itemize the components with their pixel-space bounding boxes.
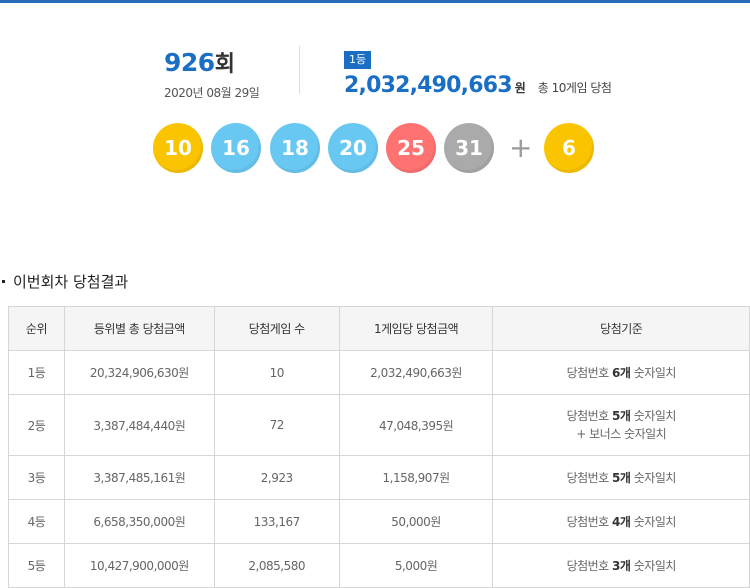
criteria-line: 당첨번호 4개 숫자일치 <box>494 513 748 531</box>
criteria-prefix: 당첨번호 <box>566 514 613 529</box>
summary-divider <box>299 46 300 94</box>
cell-rank: 5등 <box>8 543 65 588</box>
cell-criteria: 당첨번호 5개 숫자일치 + 보너스 숫자일치 <box>492 394 750 456</box>
header-games: 당첨게임 수 <box>213 306 340 351</box>
cell-games: 133,167 <box>213 499 340 544</box>
prize-line: 2,032,490,663 원 총 10게임 당첨 <box>344 73 612 98</box>
cell-total: 3,387,484,440원 <box>63 394 215 456</box>
section-heading: 이번회차 당첨결과 <box>2 271 128 292</box>
cell-total: 3,387,485,161원 <box>63 455 215 500</box>
cell-games: 2,085,580 <box>213 543 340 588</box>
criteria-line: 당첨번호 3개 숫자일치 <box>494 557 748 575</box>
header-criteria: 당첨기준 <box>492 306 750 351</box>
table-header-row: 순위 등위별 총 당첨금액 당첨게임 수 1게임당 당첨금액 당첨기준 <box>8 306 750 351</box>
round-number: 926 <box>164 48 215 77</box>
number-ball: 20 <box>328 123 378 173</box>
criteria-suffix: 숫자일치 <box>630 470 677 485</box>
criteria-line: 당첨번호 6개 숫자일치 <box>494 364 748 382</box>
round-info: 926 회 2020년 08월 29일 <box>164 46 260 101</box>
round-heading: 926 회 <box>164 46 259 78</box>
criteria-suffix: 숫자일치 <box>630 514 677 529</box>
number-ball: 31 <box>444 123 494 173</box>
table-row: 5등 10,427,900,000원 2,085,580 5,000원 당첨번호… <box>8 543 750 588</box>
criteria-suffix: 숫자일치 <box>630 558 677 573</box>
cell-total: 6,658,350,000원 <box>63 499 215 544</box>
criteria-prefix: 당첨번호 <box>566 365 613 380</box>
cell-games: 72 <box>213 394 340 456</box>
criteria-prefix: 당첨번호 <box>566 409 613 423</box>
criteria-prefix: 당첨번호 <box>566 470 613 485</box>
criteria-suffix: 숫자일치 <box>630 409 677 423</box>
number-ball: 10 <box>153 123 203 173</box>
header-rank: 순위 <box>8 306 65 351</box>
table-row: 3등 3,387,485,161원 2,923 1,158,907원 당첨번호 … <box>8 455 750 500</box>
draw-date: 2020년 08월 29일 <box>164 86 260 100</box>
table-row: 4등 6,658,350,000원 133,167 50,000원 당첨번호 4… <box>8 499 750 544</box>
results-table: 순위 등위별 총 당첨금액 당첨게임 수 1게임당 당첨금액 당첨기준 1등 2… <box>8 306 750 588</box>
number-ball: 16 <box>211 123 261 173</box>
cell-rank: 2등 <box>8 394 65 456</box>
bullet-icon <box>2 280 5 283</box>
bonus-ball: 6 <box>544 123 594 173</box>
criteria-suffix: 숫자일치 <box>630 365 677 380</box>
winning-numbers: 10 16 18 20 25 31 + 6 <box>153 123 603 173</box>
criteria-count: 5개 <box>612 409 631 423</box>
plus-icon: + <box>509 131 533 164</box>
cell-rank: 1등 <box>8 350 65 395</box>
first-prize-summary: 1등 2,032,490,663 원 총 10게임 당첨 <box>344 48 612 98</box>
cell-criteria: 당첨번호 4개 숫자일치 <box>492 499 750 544</box>
criteria-count: 6개 <box>612 365 631 380</box>
cell-criteria: 당첨번호 5개 숫자일치 <box>492 455 750 500</box>
criteria-line: 당첨번호 5개 숫자일치 <box>494 407 748 425</box>
cell-per-game: 50,000원 <box>338 499 494 544</box>
table-row: 1등 20,324,906,630원 10 2,032,490,663원 당첨번… <box>8 350 750 395</box>
criteria-line: 당첨번호 5개 숫자일치 <box>494 469 748 487</box>
first-prize-amount: 2,032,490,663 <box>344 73 513 98</box>
cell-per-game: 47,048,395원 <box>338 394 494 456</box>
cell-rank: 3등 <box>8 455 65 500</box>
criteria-count: 5개 <box>612 470 631 485</box>
cell-rank: 4등 <box>8 499 65 544</box>
cell-games: 10 <box>213 350 340 395</box>
winning-games-count: 총 10게임 당첨 <box>537 81 612 95</box>
section-title: 이번회차 당첨결과 <box>13 273 129 291</box>
cell-criteria: 당첨번호 6개 숫자일치 <box>492 350 750 395</box>
cell-per-game: 5,000원 <box>338 543 494 588</box>
cell-per-game: 2,032,490,663원 <box>338 350 494 395</box>
rank-badge: 1등 <box>344 51 372 69</box>
table-row: 2등 3,387,484,440원 72 47,048,395원 당첨번호 5개… <box>8 394 750 456</box>
top-rule <box>0 0 750 3</box>
number-ball: 18 <box>270 123 320 173</box>
header-per-game: 1게임당 당첨금액 <box>338 306 494 351</box>
criteria-prefix: 당첨번호 <box>566 558 613 573</box>
cell-total: 10,427,900,000원 <box>63 543 215 588</box>
cell-games: 2,923 <box>213 455 340 500</box>
header-total: 등위별 총 당첨금액 <box>63 306 215 351</box>
number-ball: 25 <box>386 123 436 173</box>
criteria-count: 3개 <box>612 558 631 573</box>
criteria-count: 4개 <box>612 514 631 529</box>
cell-criteria: 당첨번호 3개 숫자일치 <box>492 543 750 588</box>
criteria-extra: + 보너스 숫자일치 <box>576 427 667 441</box>
round-suffix: 회 <box>214 52 235 77</box>
cell-per-game: 1,158,907원 <box>338 455 494 500</box>
prize-unit: 원 <box>514 81 526 95</box>
cell-total: 20,324,906,630원 <box>63 350 215 395</box>
